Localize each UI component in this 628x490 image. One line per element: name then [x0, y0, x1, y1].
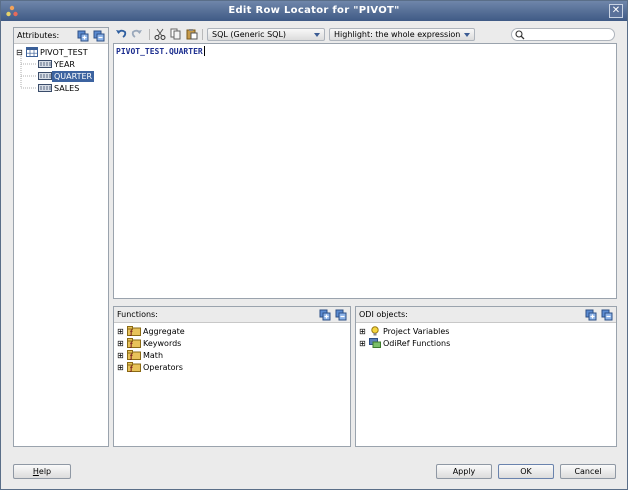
- help-button[interactable]: Help: [13, 464, 71, 479]
- odi-objects-header: ODI objects:: [356, 307, 616, 323]
- tree-label: Project Variables: [383, 326, 450, 336]
- bulb-icon: [371, 326, 379, 336]
- tree-node-odiref-functions[interactable]: ⊞ OdiRef Functions: [359, 337, 452, 349]
- function-folder-icon: ƒ: [127, 350, 141, 360]
- toolbar-separator: [149, 29, 150, 40]
- sql-dialect-select[interactable]: SQL (Generic SQL): [207, 28, 325, 41]
- svg-text:ƒ: ƒ: [129, 330, 133, 337]
- expand-toggle-icon[interactable]: ⊞: [117, 351, 127, 360]
- close-icon[interactable]: ✕: [609, 4, 623, 18]
- svg-text:ƒ: ƒ: [129, 354, 133, 361]
- collapse-all-icon[interactable]: [601, 309, 613, 321]
- cancel-button[interactable]: Cancel: [560, 464, 616, 479]
- chevron-down-icon: [314, 33, 320, 37]
- tree-label: Math: [143, 350, 164, 360]
- ok-button[interactable]: OK: [498, 464, 554, 479]
- expression-editor[interactable]: PIVOT_TEST.QUARTER: [113, 43, 617, 299]
- cut-icon[interactable]: [154, 28, 166, 40]
- highlight-select[interactable]: Highlight: the whole expression: [329, 28, 475, 41]
- tree-node-quarter[interactable]: QUARTER: [38, 70, 95, 82]
- chevron-down-icon: [464, 33, 470, 37]
- expand-all-icon[interactable]: [319, 309, 331, 321]
- expression-text[interactable]: PIVOT_TEST.QUARTER: [116, 47, 203, 56]
- tree-node-sales[interactable]: SALES: [38, 82, 81, 94]
- collapse-all-icon[interactable]: [335, 309, 347, 321]
- redo-icon[interactable]: [131, 28, 143, 40]
- odi-objects-label: ODI objects:: [359, 310, 408, 319]
- copy-icon[interactable]: [170, 28, 182, 40]
- function-folder-icon: ƒ: [127, 362, 141, 372]
- functions-panel: Functions: ⊞ ƒ Aggregate ⊞ ƒ Keywords ⊞ …: [113, 306, 351, 447]
- help-label-rest: elp: [38, 467, 52, 476]
- function-folder-icon: ƒ: [127, 326, 141, 336]
- dialog-window: Edit Row Locator for "PIVOT" ✕ Attribute…: [0, 0, 628, 490]
- tree-label: QUARTER: [52, 70, 95, 82]
- attributes-panel: Attributes: ⊟ PIVOT_TEST YEAR QUARTER SA…: [13, 27, 109, 447]
- tree-label: OdiRef Functions: [383, 338, 451, 348]
- expand-all-icon[interactable]: [77, 30, 89, 42]
- tree-label: Aggregate: [143, 326, 185, 336]
- tree-node-aggregate[interactable]: ⊞ ƒ Aggregate: [117, 325, 187, 337]
- attributes-label: Attributes:: [17, 31, 60, 40]
- expand-toggle-icon[interactable]: ⊞: [117, 327, 127, 336]
- svg-text:ƒ: ƒ: [129, 366, 133, 373]
- tree-connector-lines: [20, 56, 37, 89]
- tree-node-project-variables[interactable]: ⊞ Project Variables: [359, 325, 451, 337]
- tree-label: Keywords: [143, 338, 182, 348]
- undo-icon[interactable]: [115, 28, 127, 40]
- tree-node-keywords[interactable]: ⊞ ƒ Keywords: [117, 337, 183, 349]
- dialog-title: Edit Row Locator for "PIVOT": [228, 5, 400, 16]
- editor-toolbar: SQL (Generic SQL) Highlight: the whole e…: [113, 27, 617, 43]
- toolbar-separator: [202, 29, 203, 40]
- function-folder-icon: ƒ: [127, 338, 141, 348]
- functions-header: Functions:: [114, 307, 350, 323]
- search-icon: [515, 30, 525, 40]
- text-caret: [203, 46, 205, 56]
- tree-node-operators[interactable]: ⊞ ƒ Operators: [117, 361, 185, 373]
- title-bar[interactable]: Edit Row Locator for "PIVOT" ✕: [1, 1, 627, 21]
- tree-label: SALES: [54, 83, 80, 93]
- functions-label: Functions:: [117, 310, 158, 319]
- odi-objects-panel: ODI objects: ⊞ Project Variables ⊞ OdiRe…: [355, 306, 617, 447]
- apply-button[interactable]: Apply: [436, 464, 492, 479]
- sql-dialect-value: SQL (Generic SQL): [212, 30, 287, 39]
- highlight-value: Highlight: the whole expression: [334, 30, 461, 39]
- search-input[interactable]: [511, 28, 615, 41]
- tree-node-math[interactable]: ⊞ ƒ Math: [117, 349, 165, 361]
- tree-label: YEAR: [54, 59, 75, 69]
- attributes-header: Attributes:: [14, 28, 108, 44]
- tree-label: Operators: [143, 362, 183, 372]
- odiref-icon: [369, 338, 381, 348]
- expand-toggle-icon[interactable]: ⊞: [359, 327, 369, 336]
- expand-toggle-icon[interactable]: ⊞: [359, 339, 369, 348]
- expand-toggle-icon[interactable]: ⊞: [117, 363, 127, 372]
- paste-icon[interactable]: [186, 28, 198, 40]
- expand-all-icon[interactable]: [585, 309, 597, 321]
- collapse-all-icon[interactable]: [93, 30, 105, 42]
- svg-text:ƒ: ƒ: [129, 342, 133, 349]
- tree-label: PIVOT_TEST: [40, 47, 88, 57]
- expand-toggle-icon[interactable]: ⊞: [117, 339, 127, 348]
